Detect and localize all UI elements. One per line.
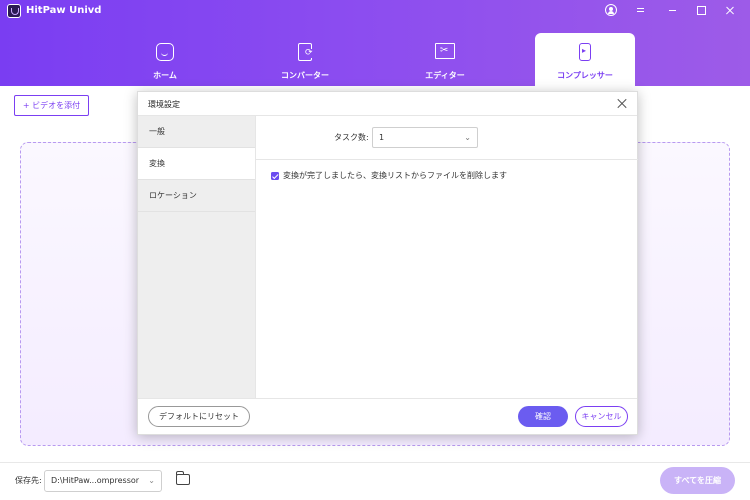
home-icon [156,43,174,61]
add-video-button[interactable]: + ビデオを添付 [14,95,89,116]
tab-converter-label: コンバーター [281,71,329,80]
delete-after-convert-label: 変換が完了しましたら、変換リストからファイルを削除します [283,171,507,180]
sidebar-item-general[interactable]: 一般 [138,116,255,148]
app-header: HitPaw Univd ホーム コンバーター エディター コンプレッサー [0,0,750,86]
tab-home-label: ホーム [153,71,177,80]
minimize-icon[interactable] [667,4,679,16]
reset-default-button[interactable]: デフォルトにリセット [148,406,250,427]
tab-converter[interactable]: コンバーター [255,33,355,86]
task-count-label: タスク数: [334,133,369,142]
folder-icon[interactable] [175,471,190,485]
task-count-select[interactable]: 1 ⌄ [372,127,478,148]
preferences-dialog: 環境設定 一般 変換 ロケーション タスク数: 1 ⌄ 変換が完了しましたら、変… [137,91,638,435]
delete-after-convert-checkbox[interactable] [271,172,279,180]
sidebar-item-location[interactable]: ロケーション [138,180,255,212]
user-icon[interactable] [605,4,617,16]
converter-icon [298,43,313,61]
tab-editor[interactable]: エディター [395,33,495,86]
compressor-icon [579,43,591,61]
save-location-label: 保存先: [15,476,42,485]
dialog-sidebar: 一般 変換 ロケーション [138,116,255,398]
editor-icon [435,43,455,59]
tab-compressor[interactable]: コンプレッサー [535,33,635,86]
cancel-button[interactable]: キャンセル [575,406,628,427]
compress-all-button[interactable]: すべてを圧縮 [660,467,735,494]
maximize-icon[interactable] [695,4,707,16]
dialog-content: タスク数: 1 ⌄ 変換が完了しましたら、変換リストからファイルを削除します [255,116,638,398]
save-location-value: D:\HitPaw...ompressor [51,476,140,485]
tab-compressor-label: コンプレッサー [557,71,613,80]
chevron-down-icon: ⌄ [464,133,471,142]
confirm-button[interactable]: 確認 [518,406,568,427]
menu-icon[interactable] [635,4,647,16]
app-title: HitPaw Univd [26,5,102,16]
close-window-icon[interactable] [724,4,736,16]
chevron-down-icon: ⌄ [148,476,155,485]
task-count-value: 1 [379,133,385,142]
divider [138,398,637,399]
tab-home[interactable]: ホーム [115,33,215,86]
sidebar-item-convert[interactable]: 変換 [138,148,255,180]
tab-editor-label: エディター [425,71,465,80]
save-location-select[interactable]: D:\HitPaw...ompressor ⌄ [44,470,162,492]
close-icon[interactable] [615,96,629,110]
divider [256,159,638,160]
dialog-title: 環境設定 [148,100,180,109]
app-logo-icon [7,4,21,18]
